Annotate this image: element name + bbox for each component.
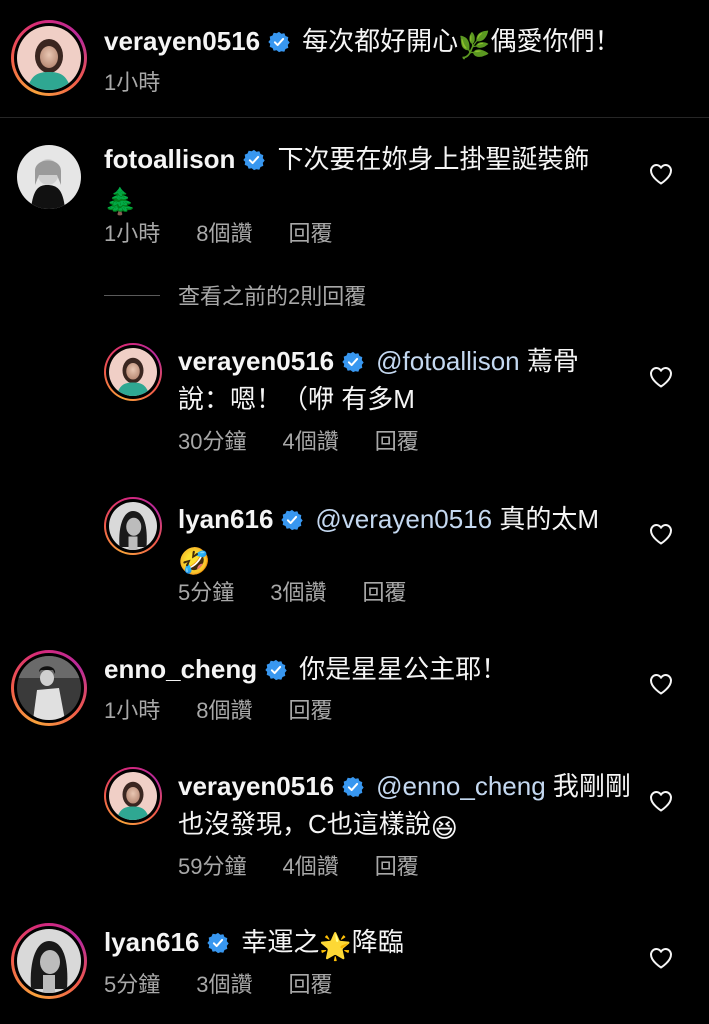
heart-outline-icon[interactable] <box>649 163 673 185</box>
reply-button[interactable]: 回覆 <box>289 216 333 248</box>
tree-emoji: 🌲 <box>104 186 137 216</box>
comment-text: 每次都好開心 <box>302 26 459 56</box>
comment-text-continued: 降臨 <box>351 927 404 957</box>
avatar-photo <box>109 772 157 820</box>
reply-button[interactable]: 回覆 <box>375 424 419 456</box>
comment-time: 1小時 <box>104 698 161 723</box>
comment-text: 真的太M <box>499 504 600 534</box>
comment-text: 蔫骨 <box>526 346 579 376</box>
username[interactable]: fotoallison <box>104 144 235 174</box>
reply-button[interactable]: 回覆 <box>289 693 333 725</box>
comment-text-continued: 偶愛你們！ <box>490 26 621 56</box>
comment-text: 你是星星公主耶！ <box>299 654 508 684</box>
heart-outline-icon[interactable] <box>649 947 673 969</box>
username[interactable]: verayen0516 <box>104 26 260 56</box>
avatar[interactable] <box>17 145 81 209</box>
like-count[interactable]: 3個讚 <box>270 575 326 607</box>
avatar-photo <box>17 656 81 720</box>
like-count[interactable]: 8個讚 <box>196 693 252 725</box>
comment-text-continued: 說：嗯！（咿 有多M <box>178 384 415 414</box>
comment-time: 30分鐘 <box>178 429 247 454</box>
reply-thread-line <box>104 294 160 296</box>
heart-outline-icon[interactable] <box>649 366 673 388</box>
view-replies-label: 查看之前的2則回覆 <box>178 284 367 309</box>
mention-link[interactable]: @enno_cheng <box>376 771 546 801</box>
reply-button[interactable]: 回覆 <box>363 575 407 607</box>
username[interactable]: lyan616 <box>178 504 273 534</box>
heart-outline-icon[interactable] <box>649 523 673 545</box>
verified-badge-icon <box>268 31 290 53</box>
comment-text-continued: 也沒發現，C也這樣說 <box>178 809 431 839</box>
like-count[interactable]: 4個讚 <box>282 424 338 456</box>
verified-badge-icon <box>342 776 364 798</box>
comment-time: 59分鐘 <box>178 854 247 879</box>
comment-time: 5分鐘 <box>104 972 161 997</box>
username[interactable]: verayen0516 <box>178 346 334 376</box>
comment-text: 幸運之 <box>241 927 320 957</box>
like-count[interactable]: 8個讚 <box>196 216 252 248</box>
avatar[interactable] <box>11 650 87 726</box>
leaf-emoji: 🌿 <box>458 30 491 60</box>
verified-badge-icon <box>265 659 287 681</box>
comment-time: 1小時 <box>104 70 161 95</box>
avatar[interactable] <box>11 20 87 96</box>
reply-button[interactable]: 回覆 <box>289 967 333 999</box>
reply-button[interactable]: 回覆 <box>375 849 419 881</box>
username[interactable]: verayen0516 <box>178 771 334 801</box>
like-count[interactable]: 4個讚 <box>282 849 338 881</box>
comments-screen: verayen0516 每次都好開心🌿偶愛你們！ 1小時 fotoallison 下… <box>0 0 709 1024</box>
avatar-photo <box>17 145 81 209</box>
avatar-photo <box>17 26 81 90</box>
glowing-star-emoji: 🌟 <box>319 931 352 961</box>
view-previous-replies-button[interactable]: 查看之前的2則回覆 <box>104 280 366 310</box>
comment-text: 我剛剛 <box>552 771 631 801</box>
verified-badge-icon <box>342 351 364 373</box>
heart-outline-icon[interactable] <box>649 790 673 812</box>
avatar[interactable] <box>104 767 162 825</box>
comment-time: 5分鐘 <box>178 580 235 605</box>
avatar[interactable] <box>104 343 162 401</box>
comment-text: 下次要在妳身上掛聖誕裝飾 <box>277 144 590 174</box>
avatar-photo <box>109 502 157 550</box>
mention-link[interactable]: @verayen0516 <box>315 504 492 534</box>
username[interactable]: lyan616 <box>104 927 199 957</box>
avatar[interactable] <box>11 923 87 999</box>
verified-badge-icon <box>243 149 265 171</box>
heart-outline-icon[interactable] <box>649 673 673 695</box>
verified-badge-icon <box>207 932 229 954</box>
mention-link[interactable]: @fotoallison <box>376 346 519 376</box>
comment-time: 1小時 <box>104 221 161 246</box>
avatar-photo <box>109 348 157 396</box>
avatar-photo <box>17 929 81 993</box>
like-count[interactable]: 3個讚 <box>196 967 252 999</box>
username[interactable]: enno_cheng <box>104 654 257 684</box>
laughing-emoji: 😆 <box>430 813 458 843</box>
avatar[interactable] <box>104 497 162 555</box>
verified-badge-icon <box>281 509 303 531</box>
divider <box>0 117 709 118</box>
